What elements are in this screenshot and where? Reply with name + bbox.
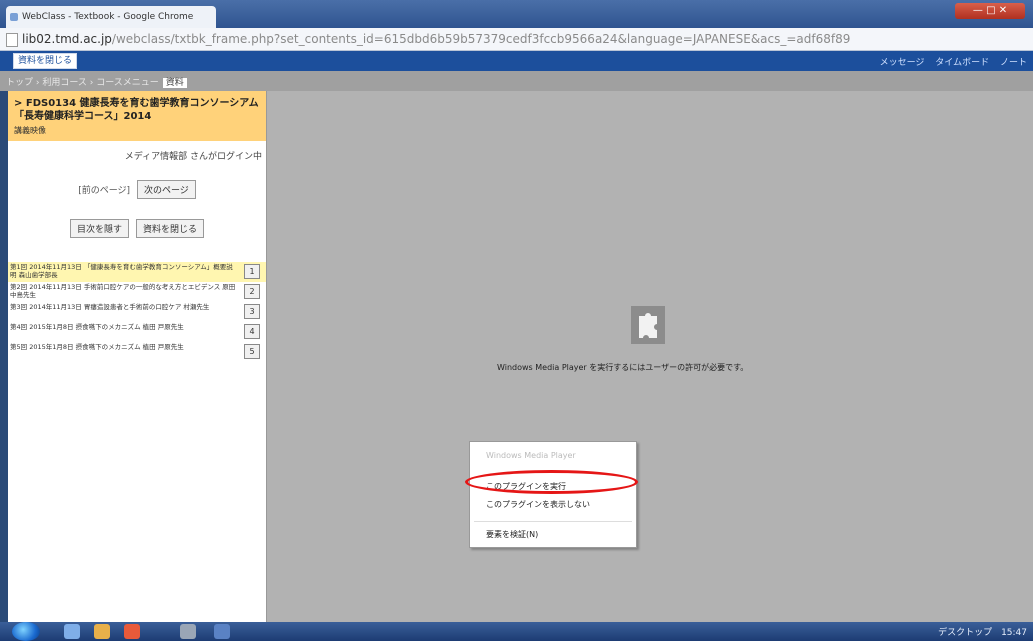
content-viewer (267, 91, 1033, 622)
toc-item-text: 第4回 2015年1月8日 摂食嚥下のメカニズム 植田 戸原先生 (10, 323, 184, 331)
window-controls[interactable]: — □ ✕ (955, 3, 1025, 19)
timeboard-link[interactable]: タイムボード (935, 58, 989, 68)
plugin-permission-message: Windows Media Player を実行するにはユーザーの許可が必要です… (497, 363, 749, 372)
course-title[interactable]: > FDS0134 健康長寿を育む歯学教育コンソーシアム「長寿健康科学コース」2… (14, 97, 260, 123)
toc-item-text: 第2回 2014年11月13日 手術前口腔ケアの一般的な考え方とエビデンス 原田… (10, 283, 236, 299)
close-material-button-2[interactable]: 資料を閉じる (135, 219, 204, 238)
taskbar: デスクトップ 15:47 (0, 622, 1033, 641)
browser-tab[interactable]: WebClass - Textbook - Google Chrome (6, 6, 216, 28)
favicon-icon (10, 13, 18, 21)
toc-item[interactable]: 第2回 2014年11月13日 手術前口腔ケアの一般的な考え方とエビデンス 原田… (8, 282, 266, 302)
next-page-button[interactable]: 次のページ (136, 180, 196, 199)
page-icon (6, 32, 18, 47)
toc-item-number[interactable]: 4 (244, 324, 260, 339)
address-bar[interactable]: lib02.tmd.ac.jp/webclass/txtbk_frame.php… (0, 28, 1033, 51)
system-tray: デスクトップ 15:47 (932, 625, 1027, 638)
explorer-icon[interactable] (64, 624, 80, 639)
toc-item-number[interactable]: 3 (244, 304, 260, 319)
toc-item[interactable]: 第4回 2015年1月8日 摂食嚥下のメカニズム 植田 戸原先生 4 (8, 322, 266, 342)
toc-item-number[interactable]: 1 (244, 264, 260, 279)
url-path: /webclass/txtbk_frame.php?set_contents_i… (111, 32, 851, 46)
menu-divider (474, 521, 632, 522)
highlight-ring (465, 470, 638, 494)
browser-title-bar: WebClass - Textbook - Google Chrome — □ … (0, 0, 1033, 28)
menu-header: Windows Media Player (486, 451, 576, 460)
breadcrumb-current: 資料 (162, 78, 187, 88)
chrome-icon[interactable] (124, 624, 140, 639)
toc-item[interactable]: 第1回 2014年11月13日 「健康長寿を育む歯学教育コンソーシアム」概要説明… (8, 262, 266, 282)
plugin-puzzle-icon[interactable] (631, 306, 665, 344)
context-menu: Windows Media Player このプラグインを実行 このプラグインを… (469, 441, 637, 548)
table-of-contents-pane: > FDS0134 健康長寿を育む歯学教育コンソーシアム「長寿健康科学コース」2… (8, 91, 267, 622)
pager: [前のページ] 次のページ (8, 180, 266, 199)
course-header: > FDS0134 健康長寿を育む歯学教育コンソーシアム「長寿健康科学コース」2… (8, 91, 266, 141)
menu-item-inspect[interactable]: 要素を検証(N) (486, 529, 538, 540)
messages-link[interactable]: メッセージ (880, 58, 925, 68)
toc-item-text: 第1回 2014年11月13日 「健康長寿を育む歯学教育コンソーシアム」概要説明… (10, 263, 233, 279)
breadcrumb-path[interactable]: トップ › 利用コース › コースメニュー (6, 78, 159, 88)
notes-link[interactable]: ノート (1000, 58, 1027, 68)
folder-icon[interactable] (94, 624, 110, 639)
tab-title: WebClass - Textbook - Google Chrome (22, 12, 194, 22)
app-icon[interactable] (180, 624, 196, 639)
toc-item[interactable]: 第3回 2014年11月13日 胃瘻造設患者と手術前の口腔ケア 村瀬先生 3 (8, 302, 266, 322)
toc-item-number[interactable]: 2 (244, 284, 260, 299)
app-icon-2[interactable] (214, 624, 230, 639)
breadcrumb: トップ › 利用コース › コースメニュー 資料 (6, 75, 187, 88)
clock[interactable]: 15:47 (1001, 628, 1027, 638)
desktop-toolbar[interactable]: デスクトップ (938, 628, 992, 638)
menu-item-hide-plugin[interactable]: このプラグインを表示しない (486, 499, 590, 510)
toc-item-text: 第3回 2014年11月13日 胃瘻造設患者と手術前の口腔ケア 村瀬先生 (10, 303, 210, 311)
hide-toc-button[interactable]: 目次を隠す (70, 219, 130, 238)
course-subtitle: 講義映像 (14, 126, 46, 135)
toc-item-text: 第5回 2015年1月8日 摂食嚥下のメカニズム 植田 戸原先生 (10, 343, 184, 351)
start-button-icon[interactable] (12, 622, 40, 641)
toc-item-number[interactable]: 5 (244, 344, 260, 359)
prev-page-button[interactable]: [前のページ] (76, 181, 132, 198)
toc-item[interactable]: 第5回 2015年1月8日 摂食嚥下のメカニズム 植田 戸原先生 5 (8, 342, 266, 362)
toc-list: 第1回 2014年11月13日 「健康長寿を育む歯学教育コンソーシアム」概要説明… (8, 262, 266, 362)
close-material-button[interactable]: 資料を閉じる (13, 53, 78, 69)
puzzle-icon (639, 313, 657, 338)
login-status: メディア情報部 さんがログイン中 (124, 152, 262, 162)
toc-actions: 目次を隠す 資料を閉じる (8, 219, 266, 238)
top-links: メッセージ タイムボード ノート (872, 55, 1027, 68)
url-host: lib02.tmd.ac.jp (22, 32, 112, 46)
